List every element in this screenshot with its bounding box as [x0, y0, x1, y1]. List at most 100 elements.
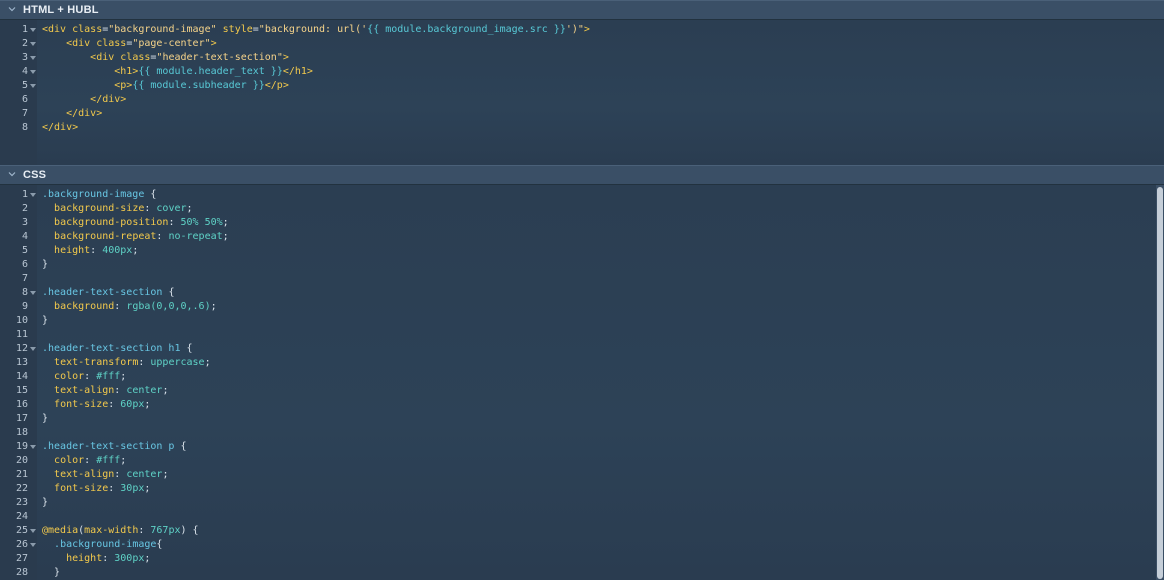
code-line[interactable]: 6 </div> — [0, 93, 1150, 107]
code-token: : — [114, 385, 127, 396]
line-number: 18 — [15, 427, 28, 438]
code-line[interactable]: 12 .header-text-section h1 { — [0, 342, 1150, 356]
line-number: 19 — [15, 441, 28, 452]
code-token: : — [144, 203, 157, 214]
code-line[interactable]: 8 .header-text-section { — [0, 286, 1150, 300]
html-hubl-code-pane[interactable]: 1 <div class="background-image" style="ba… — [0, 20, 1164, 165]
code-line[interactable]: 18 — [0, 426, 1150, 440]
code-line[interactable]: 28 } — [0, 566, 1150, 580]
code-text: height: 400px; — [42, 244, 138, 258]
code-token: color — [54, 455, 85, 466]
code-token: font-size — [54, 399, 109, 410]
line-number: 24 — [15, 511, 28, 522]
line-number: 2 — [21, 203, 28, 214]
code-token: "background-image" — [108, 24, 217, 35]
css-code-pane[interactable]: 1 .background-image {2 background-size: c… — [0, 185, 1164, 580]
code-text: .header-text-section p { — [42, 440, 187, 454]
code-token: background-size — [54, 203, 145, 214]
code-token: 300px — [114, 553, 145, 564]
code-token: { — [144, 189, 157, 200]
code-text: } — [42, 314, 48, 328]
code-token: : — [168, 217, 181, 228]
chevron-down-icon[interactable] — [8, 5, 16, 13]
code-token: } — [42, 413, 49, 424]
code-line[interactable]: 20 color: #fff; — [0, 454, 1150, 468]
code-line[interactable]: 2 background-size: cover; — [0, 202, 1150, 216]
code-text: </div> — [42, 107, 102, 121]
fold-arrow-icon[interactable] — [30, 543, 36, 547]
code-line[interactable]: 22 font-size: 30px; — [0, 482, 1150, 496]
code-token: 767px — [150, 525, 181, 536]
vertical-scrollbar[interactable] — [1156, 185, 1164, 580]
code-line[interactable]: 5 height: 400px; — [0, 244, 1150, 258]
fold-arrow-icon[interactable] — [30, 347, 36, 351]
code-line[interactable]: 3 background-position: 50% 50%; — [0, 216, 1150, 230]
code-line[interactable]: 15 text-align: center; — [0, 384, 1150, 398]
code-line[interactable]: 27 height: 300px; — [0, 552, 1150, 566]
code-token: > — [583, 24, 590, 35]
line-number: 14 — [15, 371, 28, 382]
line-number: 8 — [21, 122, 28, 133]
code-token: </div> — [90, 94, 127, 105]
code-text: } — [42, 496, 48, 510]
code-line[interactable]: 25 @media(max-width: 767px) { — [0, 524, 1150, 538]
code-token: ; — [132, 245, 139, 256]
code-line[interactable]: 14 color: #fff; — [0, 370, 1150, 384]
code-line[interactable]: 23} — [0, 496, 1150, 510]
code-token: center — [126, 469, 163, 480]
html-hubl-panel-header[interactable]: HTML + HUBL — [0, 0, 1164, 20]
fold-arrow-icon[interactable] — [30, 56, 36, 60]
scrollbar-thumb[interactable] — [1157, 187, 1163, 579]
code-text: <div class="background-image" style="bac… — [42, 23, 590, 37]
code-token: : — [84, 455, 97, 466]
fold-arrow-icon[interactable] — [30, 70, 36, 74]
code-line[interactable]: 11 — [0, 328, 1150, 342]
code-line[interactable]: 7 </div> — [0, 107, 1150, 121]
fold-arrow-icon[interactable] — [30, 445, 36, 449]
chevron-down-icon[interactable] — [8, 170, 16, 178]
fold-arrow-icon[interactable] — [30, 291, 36, 295]
code-line[interactable]: 17} — [0, 412, 1150, 426]
code-token: <div — [90, 52, 121, 63]
code-line[interactable]: 9 background: rgba(0,0,0,.6); — [0, 300, 1150, 314]
code-line[interactable]: 24 — [0, 510, 1150, 524]
code-line[interactable]: 8 </div> — [0, 121, 1150, 135]
code-text: .background-image { — [42, 188, 156, 202]
code-line[interactable]: 5 <p>{{ module.subheader }}</p> — [0, 79, 1150, 93]
code-text: text-align: center; — [42, 384, 168, 398]
code-line[interactable]: 6} — [0, 258, 1150, 272]
code-token: ; — [222, 217, 229, 228]
code-line[interactable]: 4 background-repeat: no-repeat; — [0, 230, 1150, 244]
code-line[interactable]: 16 font-size: 60px; — [0, 398, 1150, 412]
code-line[interactable]: 4 <h1>{{ module.header_text }}</h1> — [0, 65, 1150, 79]
css-panel-header[interactable]: CSS — [0, 165, 1164, 185]
code-token: text-transform — [54, 357, 139, 368]
code-line[interactable]: 1 <div class="background-image" style="ba… — [0, 23, 1150, 37]
code-line[interactable]: 26 .background-image{ — [0, 538, 1150, 552]
code-line[interactable]: 21 text-align: center; — [0, 468, 1150, 482]
code-line[interactable]: 19 .header-text-section p { — [0, 440, 1150, 454]
code-line[interactable]: 3 <div class="header-text-section"> — [0, 51, 1150, 65]
code-line[interactable]: 1 .background-image { — [0, 188, 1150, 202]
panel-title: HTML + HUBL — [23, 4, 99, 16]
code-token: 60px — [120, 399, 145, 410]
code-line[interactable]: 10} — [0, 314, 1150, 328]
code-token: background — [54, 301, 115, 312]
fold-arrow-icon[interactable] — [30, 42, 36, 46]
fold-arrow-icon[interactable] — [30, 529, 36, 533]
code-line[interactable]: 13 text-transform: uppercase; — [0, 356, 1150, 370]
code-token: </h1> — [282, 66, 313, 77]
fold-arrow-icon[interactable] — [30, 84, 36, 88]
fold-arrow-icon[interactable] — [30, 28, 36, 32]
code-line[interactable]: 2 <div class="page-center"> — [0, 37, 1150, 51]
code-line[interactable]: 7 — [0, 272, 1150, 286]
fold-arrow-icon[interactable] — [30, 193, 36, 197]
